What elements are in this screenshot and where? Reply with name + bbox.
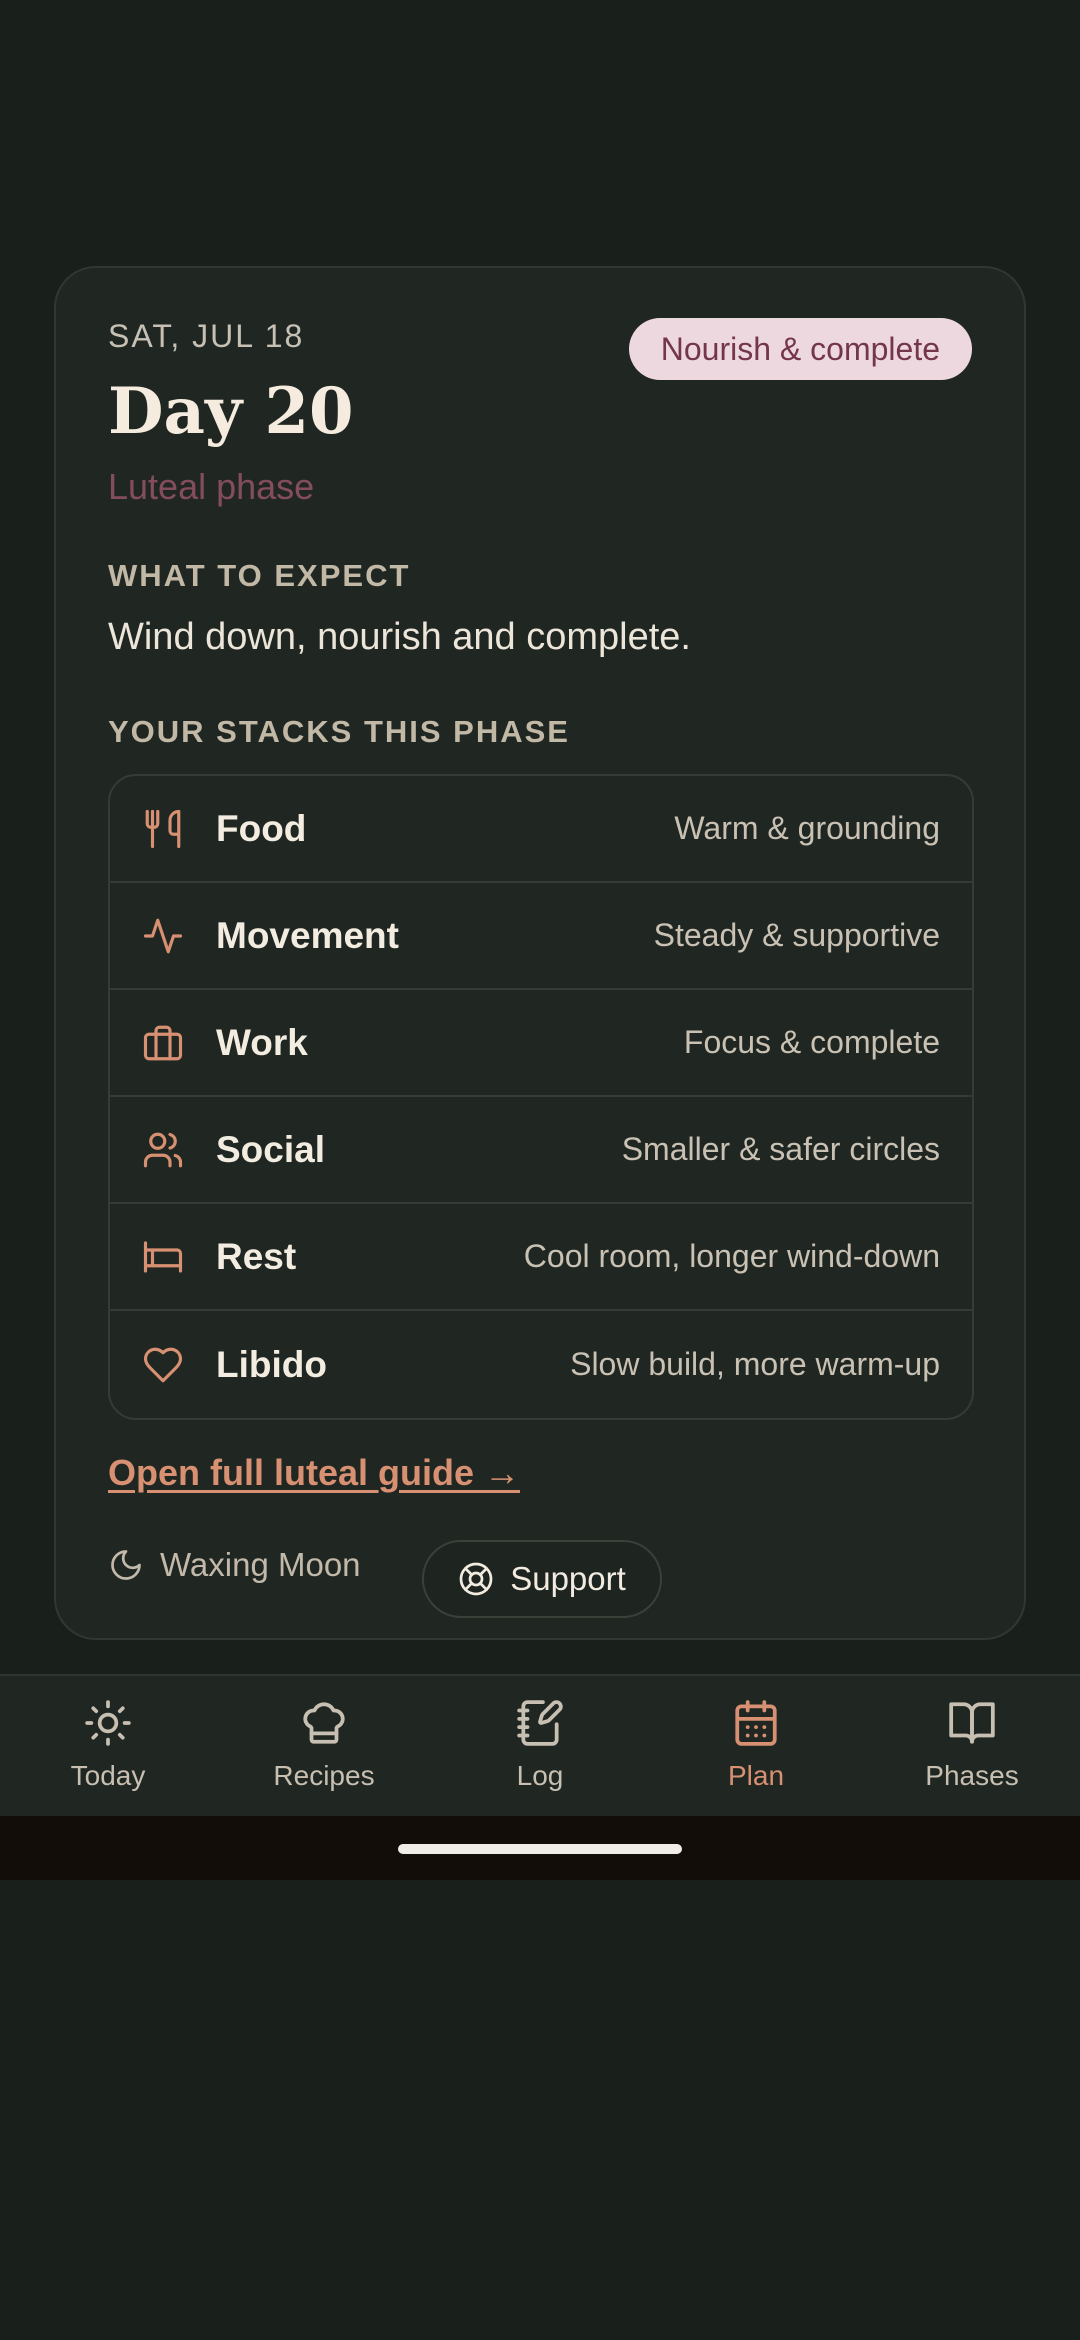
nav-label: Today — [70, 1760, 146, 1791]
stack-description: Slow build, more warm-up — [570, 1346, 940, 1382]
stack-name: Food — [216, 807, 307, 849]
lifebuoy-icon — [459, 1562, 493, 1596]
nav-label: Phases — [925, 1760, 1019, 1791]
nav-label: Recipes — [273, 1760, 375, 1791]
stack-description: Smaller & safer circles — [621, 1131, 940, 1167]
stacks-list: Food Warm & grounding Movement Steady & … — [108, 774, 974, 1420]
briefcase-icon — [142, 1022, 184, 1064]
moon-phase-label: Waxing Moon — [160, 1546, 361, 1583]
stack-description: Cool room, longer wind-down — [523, 1238, 940, 1274]
utensils-icon — [142, 808, 184, 850]
phase-badge: Nourish & complete — [628, 318, 972, 380]
stack-row-social[interactable]: Social Smaller & safer circles — [110, 1097, 972, 1204]
moon-icon — [111, 1550, 141, 1580]
stack-description: Warm & grounding — [674, 810, 940, 846]
phase-card: SAT, JUL 18 Nourish & complete Day 20 Lu… — [54, 266, 1026, 1640]
bottom-nav: Today Recipes Log Plan Phases — [0, 1674, 1080, 1818]
date-label: SAT, JUL 18 — [108, 318, 305, 354]
phase-name: Luteal phase — [108, 466, 315, 507]
expect-text: Wind down, nourish and complete. — [108, 616, 691, 658]
nav-phases[interactable]: Phases — [864, 1676, 1080, 1818]
day-title: Day 20 — [108, 374, 354, 449]
stack-name: Work — [216, 1021, 308, 1063]
chef-hat-icon — [303, 1702, 345, 1744]
sun-icon — [85, 1700, 131, 1746]
nav-plan[interactable]: Plan — [648, 1676, 864, 1818]
nav-label: Log — [516, 1760, 564, 1791]
nav-today[interactable]: Today — [0, 1676, 216, 1818]
support-label: Support — [510, 1560, 626, 1597]
bed-icon — [142, 1236, 184, 1278]
stack-description: Focus & complete — [683, 1024, 940, 1060]
nav-log[interactable]: Log — [432, 1676, 648, 1818]
home-indicator[interactable] — [398, 1844, 682, 1854]
full-guide-link[interactable]: Open full luteal guide → — [108, 1452, 520, 1494]
stack-description: Steady & supportive — [653, 917, 940, 953]
gesture-bar — [0, 1816, 1080, 1880]
stack-row-movement[interactable]: Movement Steady & supportive — [110, 883, 972, 990]
stack-name: Movement — [216, 914, 399, 956]
support-button[interactable]: Support — [422, 1540, 662, 1618]
moon-phase: Waxing Moon — [108, 1546, 361, 1584]
stack-row-food[interactable]: Food Warm & grounding — [110, 776, 972, 883]
activity-icon — [142, 915, 184, 957]
stack-name: Social — [216, 1128, 325, 1170]
stack-name: Libido — [216, 1343, 327, 1385]
heart-icon — [142, 1344, 184, 1386]
users-icon — [142, 1129, 184, 1171]
stack-row-libido[interactable]: Libido Slow build, more warm-up — [110, 1311, 972, 1418]
nav-label: Plan — [727, 1760, 785, 1791]
nav-recipes[interactable]: Recipes — [216, 1676, 432, 1818]
calendar-icon — [735, 1700, 777, 1746]
stacks-heading: YOUR STACKS THIS PHASE — [108, 714, 570, 749]
stack-row-rest[interactable]: Rest Cool room, longer wind-down — [110, 1204, 972, 1311]
expect-heading: WHAT TO EXPECT — [108, 558, 411, 593]
stack-name: Rest — [216, 1235, 297, 1277]
book-open-icon — [949, 1702, 995, 1744]
stack-row-work[interactable]: Work Focus & complete — [110, 990, 972, 1097]
notebook-pen-icon — [517, 1700, 563, 1746]
